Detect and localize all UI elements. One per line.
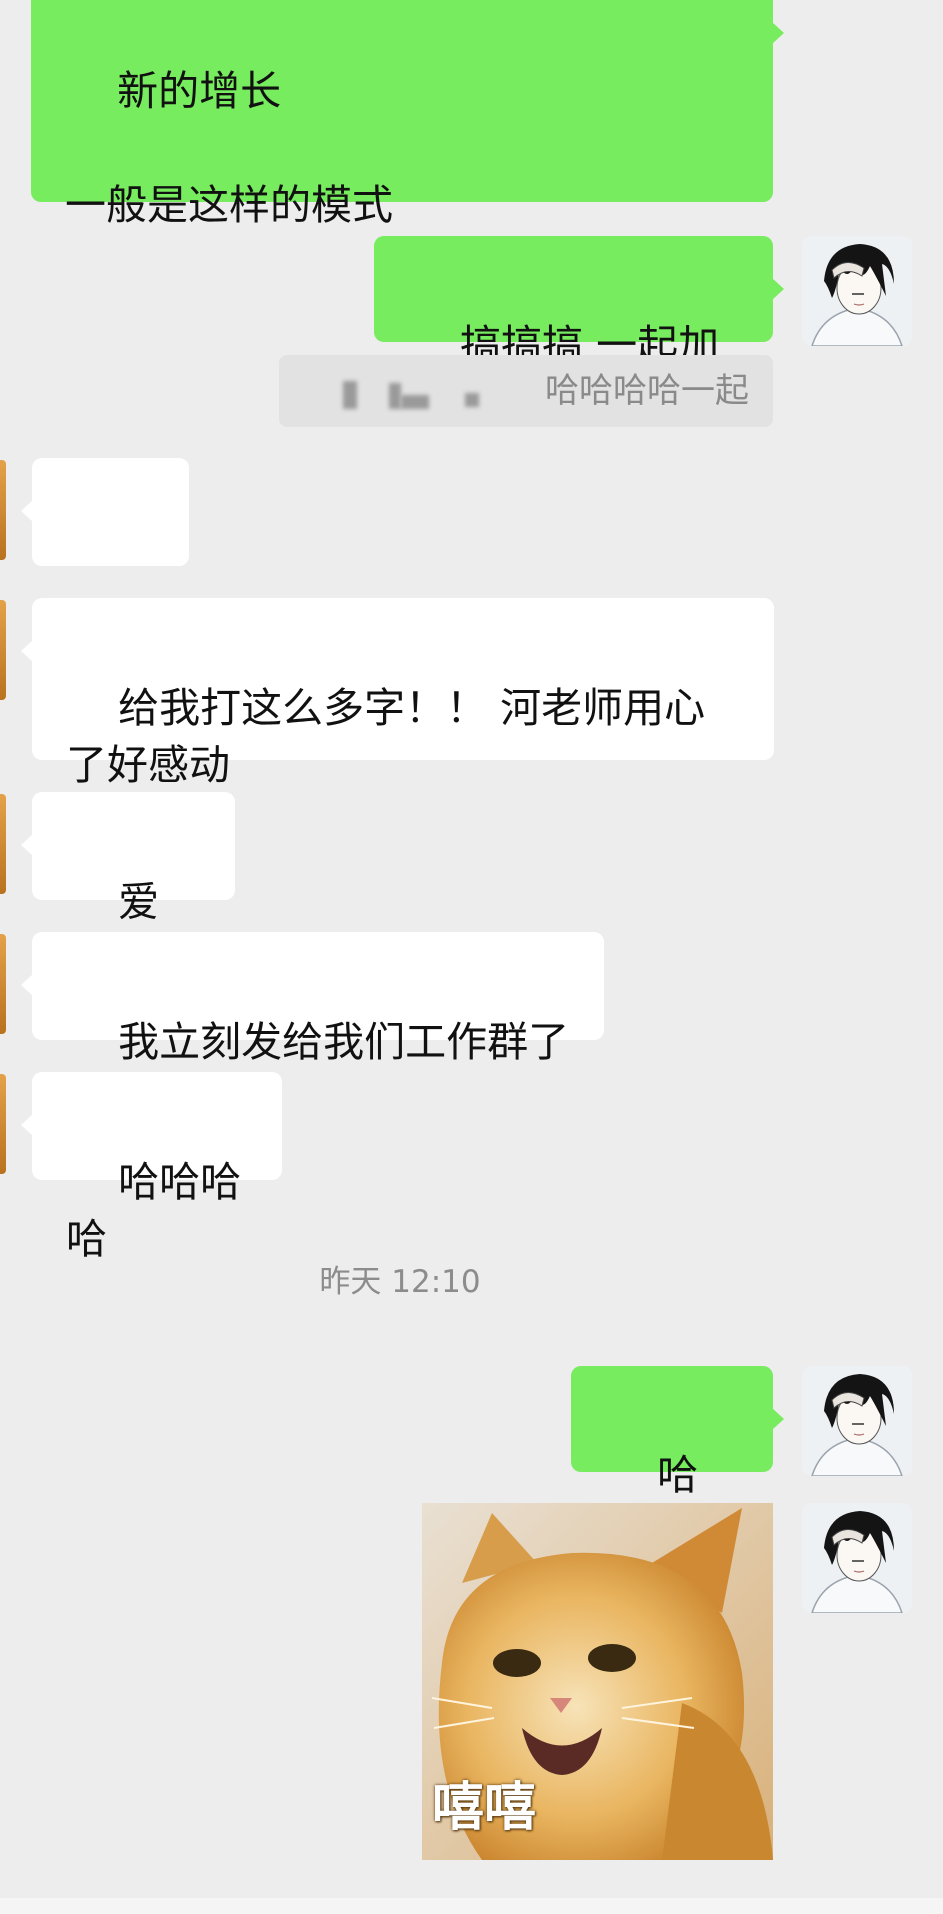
cat-sticker[interactable]: 嘻嘻 — [422, 1503, 773, 1860]
quote-text: 哈哈哈哈一起 — [545, 371, 749, 411]
message-bubble-sent[interactable]: 新的增长 一般是这样的模式 — [31, 0, 784, 229]
anime-boy-avatar-icon — [802, 236, 912, 346]
quoted-message[interactable]: 哈哈哈哈一起 — [279, 355, 773, 427]
input-bar-edge — [0, 1898, 943, 1914]
my-avatar[interactable] — [802, 236, 912, 346]
message-bubble-received[interactable]: 爱你！ — [21, 792, 235, 983]
sticker-caption: 嘻嘻 — [432, 1778, 537, 1838]
anime-boy-avatar-icon — [802, 1503, 912, 1613]
peer-avatar[interactable] — [0, 794, 6, 894]
my-avatar[interactable] — [802, 1503, 912, 1613]
message-bubble-received[interactable]: 给我打这么多字！！ 河老师用心了好感动 — [21, 598, 774, 789]
message-text: 我立刻发给我们工作群了 — [118, 1018, 570, 1066]
message-bubble-received[interactable]: 哈哈哈哈 — [21, 1072, 282, 1263]
message-text: 新的增长 一般是这样的模式 — [65, 67, 393, 229]
message-bubble-sent[interactable]: 哈哈哈 — [571, 1366, 784, 1556]
my-avatar[interactable] — [802, 1366, 912, 1476]
chat-area[interactable]: 新的增长 一般是这样的模式 搞搞搞 一起加油 哈哈哈哈一起 我超 给我打这 — [0, 0, 943, 1914]
blurred-sender — [279, 355, 509, 427]
message-bubble-sent[interactable]: 搞搞搞 一起加油 — [374, 236, 784, 426]
anime-boy-avatar-icon — [802, 1366, 912, 1476]
peer-avatar[interactable] — [0, 934, 6, 1034]
message-text: 哈哈哈哈 — [66, 1158, 242, 1263]
peer-avatar[interactable] — [0, 1074, 6, 1174]
peer-avatar[interactable] — [0, 600, 6, 700]
message-bubble-received[interactable]: 我超 — [21, 458, 189, 649]
message-text: 给我打这么多字！！ 河老师用心了好感动 — [66, 684, 706, 789]
timestamp: 昨天 12:10 — [319, 1264, 481, 1300]
peer-avatar[interactable] — [0, 460, 6, 560]
message-bubble-received[interactable]: 我立刻发给我们工作群了 — [21, 932, 604, 1066]
